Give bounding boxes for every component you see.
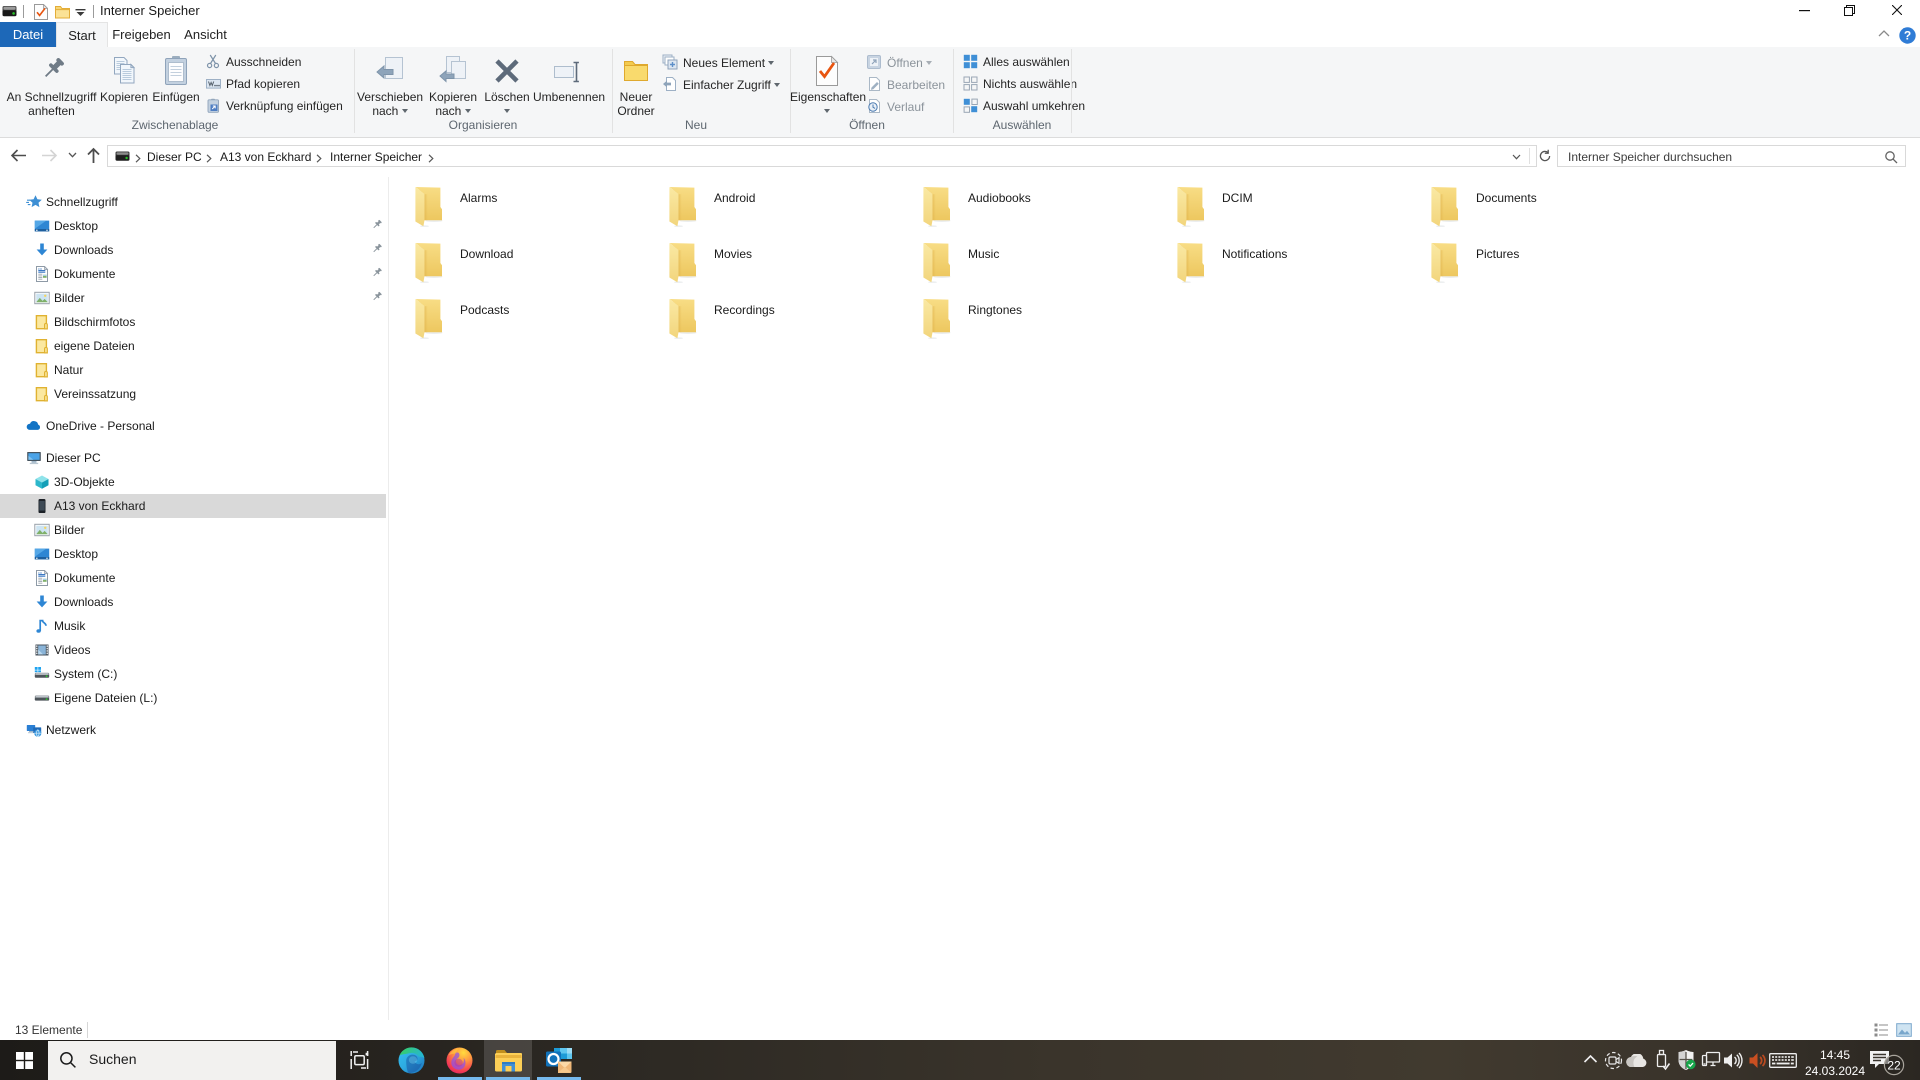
- svg-text:?: ?: [1904, 29, 1911, 43]
- svg-text:22: 22: [1887, 1058, 1901, 1072]
